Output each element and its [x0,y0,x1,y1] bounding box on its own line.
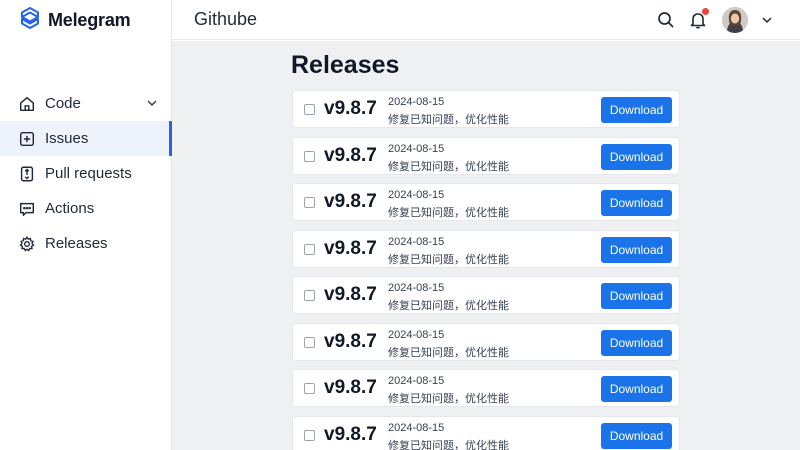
release-version: v9.8.7 [324,330,377,352]
release-version: v9.8.7 [324,377,377,398]
release-version: v9.8.7 [324,284,377,305]
download-button[interactable]: Download [601,376,672,402]
release-description: 修复已知问题，优化性能 [388,346,509,359]
download-button[interactable]: Download [601,283,672,309]
sidebar-nav: Code Issues Pull requests Actions Releas… [0,86,172,261]
release-version: v9.8.7 [324,191,377,212]
release-description: 修复已知问题，优化性能 [388,439,509,450]
main-content: Releases v9.8.7 2024-08-15 修复已知问题，优化性能 D… [172,41,800,450]
release-checkbox[interactable] [304,290,315,301]
release-date: 2024-08-15 [388,375,445,387]
notification-badge [701,7,710,16]
release-row: v9.8.7 2024-08-15 修复已知问题，优化性能 Download [292,369,680,407]
sidebar-item-label: Pull requests [45,165,132,182]
release-row: v9.8.7 2024-08-15 修复已知问题，优化性能 Download [292,322,680,361]
page-header-title: Githube [194,9,258,29]
release-row: v9.8.7 2024-08-15 修复已知问题，优化性能 Download [292,415,680,450]
release-checkbox[interactable] [304,197,315,208]
brand[interactable]: Melegram [18,6,131,35]
sidebar-item-releases[interactable]: Releases [0,226,172,261]
avatar[interactable] [722,7,748,33]
download-button[interactable]: Download [601,329,672,356]
sidebar-item-label: Issues [45,130,89,147]
account-chevron-down-icon[interactable] [761,14,773,26]
release-description: 修复已知问题，优化性能 [388,160,509,173]
release-date: 2024-08-15 [388,96,445,108]
release-description: 修复已知问题，优化性能 [388,253,509,266]
release-date: 2024-08-15 [388,235,445,248]
home-icon [18,95,36,113]
release-date: 2024-08-15 [388,142,445,155]
release-row: v9.8.7 2024-08-15 修复已知问题，优化性能 Download [292,90,680,128]
sidebar-item-label: Code [45,95,81,112]
release-checkbox[interactable] [304,429,315,441]
brand-name: Melegram [48,9,131,30]
melegram-logo-icon [18,6,42,35]
plus-square-icon [18,130,36,148]
release-version: v9.8.7 [324,144,377,166]
release-date: 2024-08-15 [388,328,445,341]
top-header: Githube [172,0,800,40]
release-checkbox[interactable] [304,104,315,115]
download-button[interactable]: Download [601,97,672,123]
release-date: 2024-08-15 [388,282,445,294]
release-checkbox[interactable] [304,150,315,162]
download-button[interactable]: Download [601,422,672,449]
release-version: v9.8.7 [324,237,377,259]
sidebar-item-code[interactable]: Code [0,86,172,121]
release-row: v9.8.7 2024-08-15 修复已知问题，优化性能 Download [292,136,680,175]
sidebar-item-label: Releases [45,235,108,252]
sidebar-item-label: Actions [45,200,95,217]
sidebar-item-pull-requests[interactable]: Pull requests [0,156,172,191]
release-checkbox[interactable] [304,243,315,255]
page-title: Releases [291,51,400,79]
release-row: v9.8.7 2024-08-15 修复已知问题，优化性能 Download [292,276,680,314]
bell-icon[interactable] [688,7,710,30]
release-description: 修复已知问题，优化性能 [388,207,509,219]
release-list: v9.8.7 2024-08-15 修复已知问题，优化性能 Download v… [292,90,680,450]
sidebar-item-actions[interactable]: Actions [0,191,172,226]
release-checkbox[interactable] [304,336,315,348]
release-checkbox[interactable] [304,383,315,394]
release-version: v9.8.7 [324,98,377,119]
gear-icon [18,235,36,253]
release-description: 修复已知问题，优化性能 [388,300,509,312]
pull-request-icon [18,165,36,183]
sidebar-item-issues[interactable]: Issues [0,121,172,156]
release-version: v9.8.7 [324,423,377,445]
sidebar: Melegram Code Issues Pull requests Actio… [0,0,172,450]
release-date: 2024-08-15 [388,421,445,434]
download-button[interactable]: Download [601,236,672,263]
release-description: 修复已知问题，优化性能 [388,114,509,126]
release-row: v9.8.7 2024-08-15 修复已知问题，优化性能 Download [292,183,680,221]
release-description: 修复已知问题，优化性能 [388,393,509,405]
chevron-down-icon[interactable] [146,97,158,109]
download-button[interactable]: Download [601,190,672,216]
download-button[interactable]: Download [601,143,672,170]
search-icon[interactable] [656,10,676,30]
release-date: 2024-08-15 [388,189,445,201]
release-row: v9.8.7 2024-08-15 修复已知问题，优化性能 Download [292,229,680,268]
chat-icon [18,200,36,218]
